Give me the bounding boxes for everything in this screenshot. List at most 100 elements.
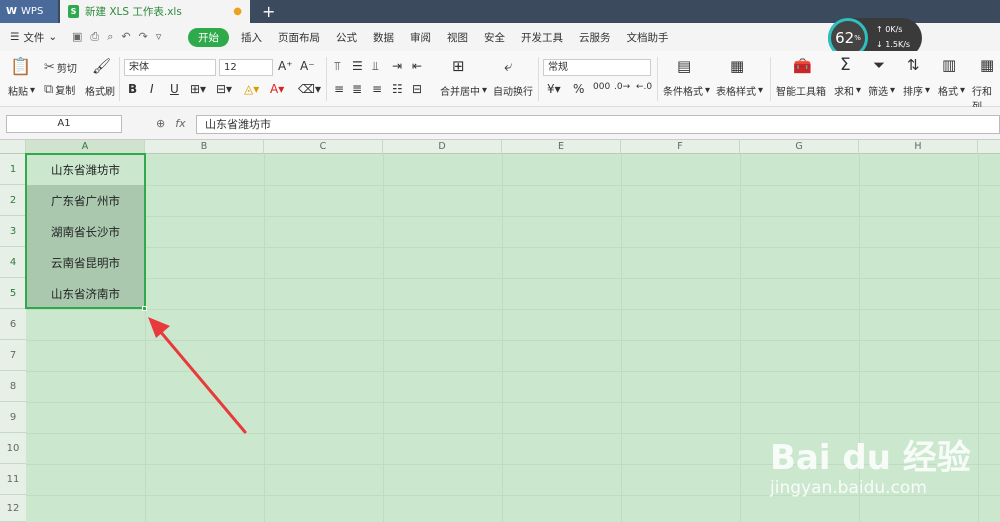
customize-icon[interactable]: ▿ bbox=[156, 30, 162, 44]
file-menu[interactable]: ☰ 文件 ⌄ bbox=[0, 30, 66, 45]
menu-home[interactable]: 开始 bbox=[188, 27, 229, 47]
row-header-10[interactable]: 10 bbox=[0, 433, 26, 464]
menu-developer[interactable]: 开发工具 bbox=[513, 30, 571, 45]
align-middle-icon[interactable]: ☰ bbox=[352, 59, 363, 73]
document-tab[interactable]: S 新建 XLS 工作表.xls ● bbox=[60, 0, 250, 23]
paste-icon[interactable]: 📋 bbox=[10, 57, 31, 77]
redo-icon[interactable]: ↷ bbox=[139, 30, 148, 44]
thousands-icon[interactable]: 000 bbox=[593, 82, 610, 92]
format-painter-button[interactable]: 格式刷 bbox=[85, 83, 115, 98]
merge-center-button[interactable]: 合并居中 ▾ bbox=[440, 83, 487, 98]
cell-a5[interactable]: 山东省济南市 bbox=[26, 278, 145, 309]
row-header-2[interactable]: 2 bbox=[0, 185, 26, 216]
decrease-font-icon[interactable]: A⁻ bbox=[300, 59, 315, 73]
print-preview-icon[interactable]: ⌕ bbox=[107, 30, 113, 44]
percent-icon[interactable]: % bbox=[573, 82, 584, 96]
underline-button[interactable]: U bbox=[170, 82, 179, 96]
column-header-c[interactable]: C bbox=[264, 140, 383, 154]
column-header-f[interactable]: F bbox=[621, 140, 740, 154]
column-header-b[interactable]: B bbox=[145, 140, 264, 154]
filter-button[interactable]: 筛选 ▾ bbox=[868, 83, 895, 98]
align-right-icon[interactable]: ≡ bbox=[372, 82, 382, 96]
decrease-decimal-icon[interactable]: ←.0 bbox=[636, 82, 652, 92]
column-header-d[interactable]: D bbox=[383, 140, 502, 154]
border-icon[interactable]: ⊞▾ bbox=[190, 82, 206, 96]
paste-button[interactable]: 粘贴 ▾ bbox=[8, 83, 35, 98]
bold-button[interactable]: B bbox=[128, 82, 137, 96]
row-header-12[interactable]: 12 bbox=[0, 495, 26, 522]
fx-icon[interactable]: fx bbox=[175, 117, 185, 130]
column-header-e[interactable]: E bbox=[502, 140, 621, 154]
rows-cols-icon[interactable]: ▦ bbox=[980, 56, 994, 74]
clear-icon[interactable]: ⌫▾ bbox=[298, 82, 321, 96]
row-header-5[interactable]: 5 bbox=[0, 278, 26, 309]
print-icon[interactable]: ⎙ bbox=[90, 30, 99, 44]
cut-button[interactable]: ✂ 剪切 bbox=[44, 60, 77, 75]
increase-font-icon[interactable]: A⁺ bbox=[278, 59, 293, 73]
menu-formulas[interactable]: 公式 bbox=[328, 30, 365, 45]
increase-decimal-icon[interactable]: .0→ bbox=[614, 82, 630, 92]
sigma-icon[interactable]: Σ bbox=[840, 55, 851, 75]
wrap-text-button[interactable]: 自动换行 bbox=[493, 83, 533, 98]
menu-security[interactable]: 安全 bbox=[476, 30, 513, 45]
merge-center-icon[interactable]: ⊞ bbox=[452, 57, 465, 75]
menu-insert[interactable]: 插入 bbox=[233, 30, 270, 45]
number-format-select[interactable]: 常规 bbox=[543, 59, 651, 76]
copy-button[interactable]: ⧉ 复制 bbox=[44, 82, 75, 97]
row-header-7[interactable]: 7 bbox=[0, 340, 26, 371]
italic-button[interactable]: I bbox=[150, 82, 154, 96]
wps-home-tab[interactable]: W WPS bbox=[0, 0, 58, 23]
undo-icon[interactable]: ↶ bbox=[121, 30, 130, 44]
conditional-format-button[interactable]: 条件格式 ▾ bbox=[663, 83, 710, 98]
conditional-format-icon[interactable]: ▤ bbox=[677, 57, 691, 75]
menu-page-layout[interactable]: 页面布局 bbox=[270, 30, 328, 45]
cell-a2[interactable]: 广东省广州市 bbox=[26, 185, 145, 216]
select-all-corner[interactable] bbox=[0, 140, 26, 154]
indent-icon[interactable]: ⇥ bbox=[392, 59, 402, 73]
row-header-9[interactable]: 9 bbox=[0, 402, 26, 433]
cell-a1[interactable]: 山东省潍坊市 bbox=[26, 154, 145, 185]
currency-icon[interactable]: ¥▾ bbox=[547, 82, 561, 96]
menu-cloud[interactable]: 云服务 bbox=[571, 30, 619, 45]
filter-icon[interactable]: ⏷ bbox=[873, 56, 885, 74]
align-top-icon[interactable]: ⫪ bbox=[334, 59, 341, 74]
row-header-8[interactable]: 8 bbox=[0, 371, 26, 402]
menu-data[interactable]: 数据 bbox=[365, 30, 402, 45]
font-size-select[interactable]: 12 bbox=[219, 59, 273, 76]
row-header-11[interactable]: 11 bbox=[0, 464, 26, 495]
sum-button[interactable]: 求和 ▾ bbox=[834, 83, 861, 98]
sort-icon[interactable]: ⇅ bbox=[907, 56, 920, 74]
format-button[interactable]: 格式 ▾ bbox=[938, 83, 965, 98]
format-painter-icon[interactable]: 🖌 bbox=[92, 57, 111, 75]
zoom-icon[interactable]: ⊕ bbox=[156, 117, 165, 130]
wrap-text-icon[interactable]: ⤶ bbox=[504, 57, 512, 75]
distribute-icon[interactable]: ⊟ bbox=[412, 82, 422, 96]
unsaved-dot-icon[interactable]: ● bbox=[233, 6, 242, 17]
sort-button[interactable]: 排序 ▾ bbox=[903, 83, 930, 98]
outdent-icon[interactable]: ⇤ bbox=[412, 59, 422, 73]
font-name-select[interactable]: 宋体 bbox=[124, 59, 216, 76]
align-left-icon[interactable]: ≡ bbox=[334, 82, 344, 96]
menu-assistant[interactable]: 文档助手 bbox=[619, 30, 677, 45]
save-icon[interactable]: ▣ bbox=[72, 30, 82, 44]
table-style-button[interactable]: 表格样式 ▾ bbox=[716, 83, 763, 98]
table-style-icon[interactable]: ▦ bbox=[730, 57, 744, 75]
format-icon[interactable]: ▥ bbox=[942, 56, 956, 74]
column-header-g[interactable]: G bbox=[740, 140, 859, 154]
align-bottom-icon[interactable]: ⫫ bbox=[372, 59, 379, 74]
font-color-icon[interactable]: A▾ bbox=[270, 82, 284, 96]
align-center-icon[interactable]: ≣ bbox=[352, 82, 362, 96]
row-header-3[interactable]: 3 bbox=[0, 216, 26, 247]
fill-color-icon[interactable]: ◬▾ bbox=[244, 82, 259, 96]
smart-toolbox-button[interactable]: 智能工具箱 bbox=[776, 83, 826, 98]
justify-icon[interactable]: ☷ bbox=[392, 82, 403, 96]
name-box[interactable]: A1 bbox=[6, 115, 122, 133]
toolbox-icon[interactable]: 🧰 bbox=[793, 57, 812, 75]
formula-input[interactable]: 山东省潍坊市 bbox=[196, 115, 1000, 134]
cell-a3[interactable]: 湖南省长沙市 bbox=[26, 216, 145, 247]
row-header-1[interactable]: 1 bbox=[0, 154, 26, 185]
row-header-6[interactable]: 6 bbox=[0, 309, 26, 340]
menu-review[interactable]: 审阅 bbox=[402, 30, 439, 45]
merge-border-icon[interactable]: ⊟▾ bbox=[216, 82, 232, 96]
column-header-a[interactable]: A bbox=[26, 140, 145, 154]
